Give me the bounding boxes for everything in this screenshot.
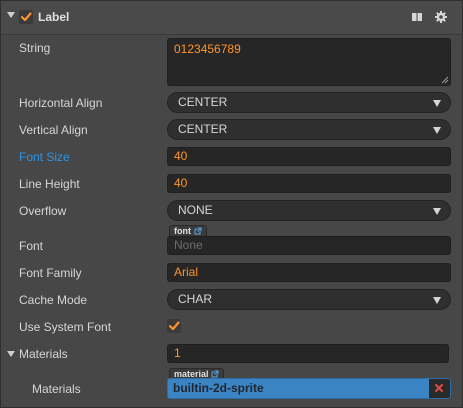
font-label: Font (19, 239, 44, 253)
overflow-select[interactable]: NONE (167, 200, 451, 221)
use-system-font-label: Use System Font (19, 320, 112, 334)
cache-mode-select[interactable]: CHAR (167, 289, 451, 310)
font-size-label: Font Size (19, 150, 70, 164)
enabled-checkbox[interactable] (19, 10, 33, 24)
component-title: Label (38, 10, 70, 24)
horizontal-align-value: CENTER (178, 95, 228, 109)
gear-icon[interactable] (434, 10, 448, 24)
material-asset-field[interactable]: builtin-2d-sprite (167, 378, 451, 399)
component-header[interactable]: Label (1, 1, 462, 35)
vertical-align-select[interactable]: CENTER (167, 119, 451, 140)
materials-count-input[interactable]: 1 (167, 344, 449, 363)
chevron-down-icon (433, 208, 441, 215)
cache-mode-value: CHAR (178, 292, 213, 306)
external-link-icon (194, 227, 202, 235)
use-system-font-checkbox[interactable] (167, 319, 181, 333)
string-textarea[interactable]: 0123456789 (167, 38, 451, 86)
string-label: String (19, 41, 51, 55)
remove-material-button[interactable] (429, 379, 450, 398)
chevron-down-icon (433, 127, 441, 134)
check-icon (20, 12, 32, 22)
overflow-label: Overflow (19, 204, 67, 218)
resize-handle-icon[interactable] (441, 76, 449, 84)
material-item-label: Materials (32, 382, 81, 396)
book-icon[interactable] (410, 10, 424, 24)
line-height-input[interactable]: 40 (167, 174, 451, 193)
font-family-input[interactable]: Arial (167, 263, 451, 282)
materials-label: Materials (19, 347, 68, 361)
check-icon (168, 321, 180, 331)
horizontal-align-select[interactable]: CENTER (167, 92, 451, 113)
vertical-align-value: CENTER (178, 122, 228, 136)
font-asset-field[interactable]: None (167, 236, 451, 255)
line-height-label: Line Height (19, 177, 80, 191)
external-link-icon (211, 370, 219, 378)
collapse-arrow-icon[interactable] (7, 12, 15, 18)
font-size-input[interactable]: 40 (167, 147, 451, 166)
vertical-align-label: Vertical Align (19, 123, 88, 137)
chevron-down-icon (433, 297, 441, 304)
cache-mode-label: Cache Mode (19, 293, 88, 307)
materials-fold-arrow-icon[interactable] (7, 351, 15, 357)
string-value: 0123456789 (174, 42, 241, 56)
material-asset-value: builtin-2d-sprite (173, 381, 264, 395)
font-family-label: Font Family (19, 266, 82, 280)
label-component-panel: Label String 0123456789 Horizontal Align… (0, 0, 463, 408)
overflow-value: NONE (178, 203, 213, 217)
font-tag-label: font (174, 226, 191, 236)
horizontal-align-label: Horizontal Align (19, 96, 103, 110)
chevron-down-icon (433, 100, 441, 107)
close-icon (435, 384, 443, 392)
